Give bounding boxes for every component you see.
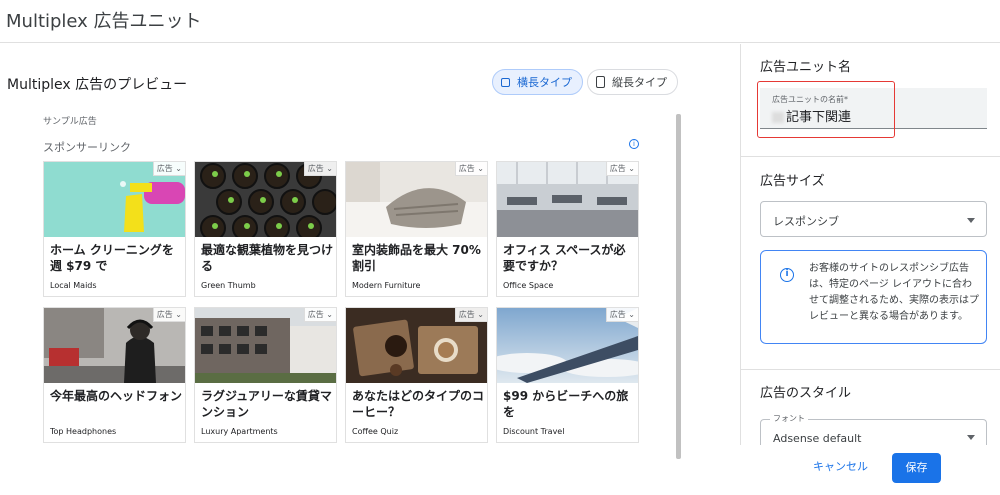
ad-badge-label: 広告 (609, 310, 626, 319)
ad-card[interactable]: 広告 ⌄ 室内装飾品を最大 70% 割引 Modern Furniture (345, 161, 488, 297)
preview-panel: Multiplex 広告のプレビュー 横長タイプ 縦長タイプ サンプル広告 スポ… (0, 44, 740, 495)
ad-badge[interactable]: 広告 ⌄ (152, 162, 185, 176)
responsive-info-box: i お客様のサイトのレスポンシブ広告は、特定のページ レイアウトに合わせて調整さ… (760, 250, 987, 344)
ad-style-title: 広告のスタイル (760, 386, 852, 401)
ad-badge[interactable]: 広告 ⌄ (303, 308, 336, 322)
page-title: Multiplex 広告ユニット (6, 11, 202, 32)
ad-image-cleaning: 広告 ⌄ (44, 162, 185, 237)
ad-image-furniture: 広告 ⌄ (346, 162, 487, 237)
ad-size-select[interactable]: レスポンシブ (760, 201, 987, 237)
unit-name-title: 広告ユニット名 (760, 60, 852, 75)
ad-size-value: レスポンシブ (773, 215, 839, 228)
action-footer: キャンセル 保存 (740, 445, 1000, 495)
ad-badge-label: 広告 (458, 310, 475, 319)
ad-badge-label: 広告 (458, 164, 475, 173)
ad-card[interactable]: 広告 ⌄ ラグジュアリーな賃貸マンション Luxury Apartments (194, 307, 337, 443)
sample-ads-label: サンプル広告 (43, 117, 97, 127)
preview-title: Multiplex 広告のプレビュー (7, 77, 188, 93)
ad-badge[interactable]: 広告 ⌄ (454, 162, 487, 176)
ad-badge-label: 広告 (307, 310, 324, 319)
ad-source: Office Space (503, 281, 554, 290)
ad-image-office: 広告 ⌄ (497, 162, 638, 237)
ad-source: Top Headphones (50, 427, 117, 436)
ad-headline: 室内装飾品を最大 70% 割引 (352, 243, 481, 273)
ad-image-apartments: 広告 ⌄ (195, 308, 336, 383)
ad-source: Luxury Apartments (201, 427, 278, 436)
ad-badge[interactable]: 広告 ⌄ (303, 162, 336, 176)
responsive-info-text: お客様のサイトのレスポンシブ広告は、特定のページ レイアウトに合わせて調整される… (809, 263, 979, 322)
horizontal-type-label: 横長タイプ (517, 76, 572, 89)
ad-badge[interactable]: 広告 ⌄ (454, 308, 487, 322)
dropdown-arrow-icon (967, 435, 975, 440)
landscape-icon (501, 77, 510, 87)
vertical-type-toggle[interactable]: 縦長タイプ (587, 69, 678, 95)
ad-headline: あなたはどのタイプのコーヒー？ (352, 389, 484, 419)
ad-badge[interactable]: 広告 ⌄ (605, 308, 638, 322)
divider (741, 369, 1000, 370)
ad-image-coffee: 広告 ⌄ (346, 308, 487, 383)
ad-source: Discount Travel (503, 427, 565, 436)
preview-scrollbar[interactable] (676, 114, 681, 459)
ad-source: Green Thumb (201, 281, 256, 290)
vertical-type-label: 縦長タイプ (612, 76, 667, 89)
horizontal-type-toggle[interactable]: 横長タイプ (492, 69, 583, 95)
ad-headline: 今年最高のヘッドフォン (50, 389, 182, 403)
settings-panel: 広告ユニット名 広告ユニットの名前* 記事下関連 広告サイズ レスポンシブ i … (740, 44, 1000, 495)
font-label: フォント (770, 413, 808, 424)
save-button[interactable]: 保存 (892, 453, 941, 483)
ad-badge-label: 広告 (307, 164, 324, 173)
ad-badge-label: 広告 (609, 164, 626, 173)
info-icon[interactable]: i (629, 139, 639, 149)
ad-source: Local Maids (50, 281, 97, 290)
ad-card[interactable]: 広告 ⌄ 最適な観葉植物を見つける Green Thumb (194, 161, 337, 297)
ad-image-headphones: 広告 ⌄ (44, 308, 185, 383)
sponsored-links-label: スポンサーリンク (43, 141, 131, 154)
ad-source: Modern Furniture (352, 281, 421, 290)
ad-badge-label: 広告 (156, 310, 173, 319)
ad-image-plants: 広告 ⌄ (195, 162, 336, 237)
portrait-icon (596, 76, 605, 88)
font-value: Adsense default (773, 432, 862, 445)
ad-card[interactable]: 広告 ⌄ あなたはどのタイプのコーヒー？ Coffee Quiz (345, 307, 488, 443)
ad-headline: オフィス スペースが必要ですか？ (503, 243, 626, 273)
ad-headline: $99 からビーチへの旅を (503, 389, 629, 419)
ad-headline: ホーム クリーニングを週 $79 で (50, 243, 174, 273)
ad-card[interactable]: 広告 ⌄ ホーム クリーニングを週 $79 で Local Maids (43, 161, 186, 297)
top-bar: Multiplex 広告ユニット (0, 0, 1000, 43)
dropdown-arrow-icon (967, 218, 975, 223)
ad-card[interactable]: 広告 ⌄ オフィス スペースが必要ですか？ Office Space (496, 161, 639, 297)
ad-size-title: 広告サイズ (760, 174, 825, 189)
divider (741, 156, 1000, 157)
ad-badge-label: 広告 (156, 164, 173, 173)
ad-headline: 最適な観葉植物を見つける (201, 243, 333, 273)
info-icon: i (780, 268, 794, 282)
highlight-box (757, 81, 895, 138)
cancel-button[interactable]: キャンセル (813, 458, 868, 474)
ad-badge[interactable]: 広告 ⌄ (152, 308, 185, 322)
ad-image-travel: 広告 ⌄ (497, 308, 638, 383)
ad-badge[interactable]: 広告 ⌄ (605, 162, 638, 176)
ad-headline: ラグジュアリーな賃貸マンション (201, 389, 332, 419)
ad-card[interactable]: 広告 ⌄ 今年最高のヘッドフォン Top Headphones (43, 307, 186, 443)
ad-card[interactable]: 広告 ⌄ $99 からビーチへの旅を Discount Travel (496, 307, 639, 443)
ad-source: Coffee Quiz (352, 427, 399, 436)
